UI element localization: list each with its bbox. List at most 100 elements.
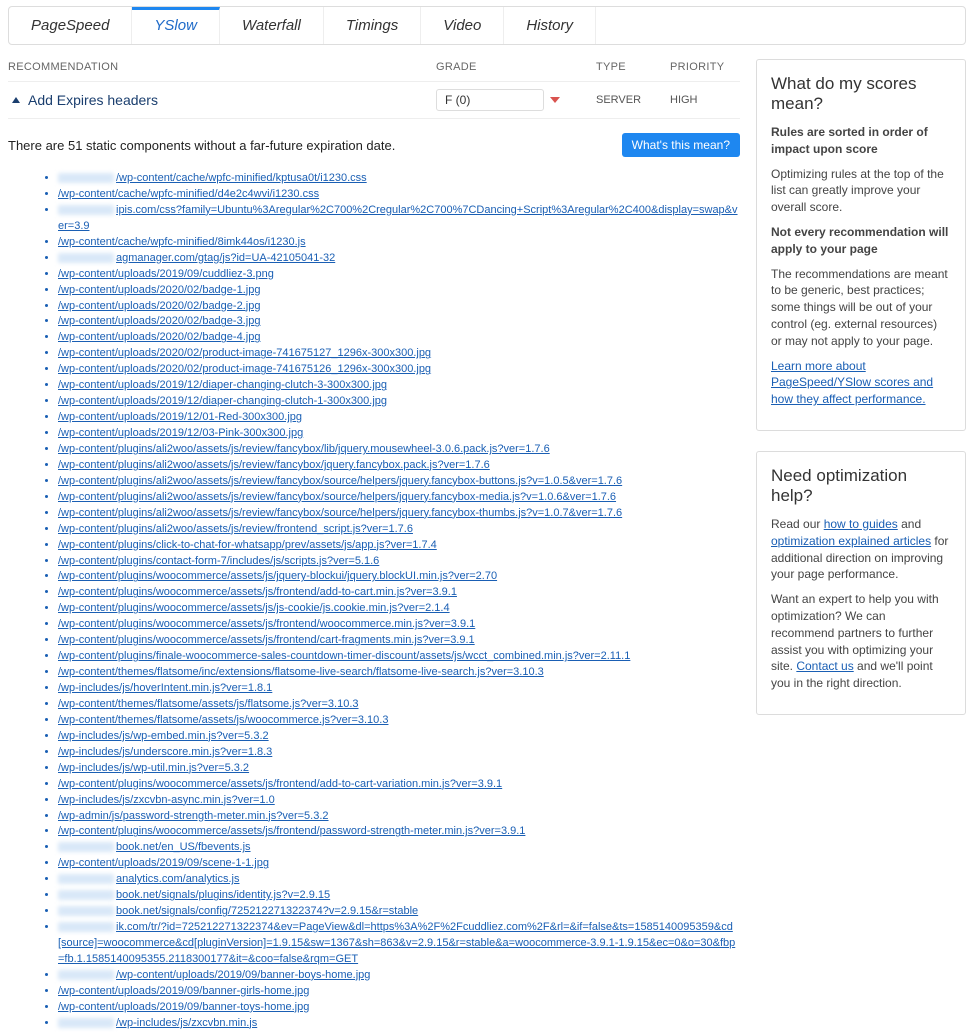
col-type: TYPE — [596, 61, 670, 73]
file-link[interactable]: /wp-content/plugins/woocommerce/assets/j… — [58, 570, 497, 582]
file-link[interactable]: ik.com/tr/?id=725212271322374&ev=PageVie… — [58, 921, 735, 965]
file-link[interactable]: agmanager.com/gtag/js?id=UA-42105041-32 — [116, 252, 335, 264]
list-item: /wp-content/plugins/woocommerce/assets/j… — [58, 585, 740, 601]
file-link[interactable]: /wp-content/uploads/2019/09/scene-1-1.jp… — [58, 857, 269, 869]
file-link[interactable]: book.net/signals/plugins/identity.js?v=2… — [116, 889, 330, 901]
file-link[interactable]: /wp-includes/js/zxcvbn-async.min.js?ver=… — [58, 794, 275, 806]
list-item: /wp-content/uploads/2019/12/01-Red-300x3… — [58, 410, 740, 426]
file-link[interactable]: /wp-content/cache/wpfc-minified/kptusa0t… — [116, 172, 367, 184]
scores-learn-more-link[interactable]: Learn more about PageSpeed/YSlow scores … — [771, 359, 933, 407]
file-link[interactable]: /wp-content/uploads/2020/02/product-imag… — [58, 347, 431, 359]
list-item: /wp-content/uploads/2019/09/banner-boys-… — [58, 968, 740, 984]
whats-this-mean-button[interactable]: What's this mean? — [622, 133, 740, 157]
how-to-guides-link[interactable]: how to guides — [824, 517, 898, 531]
rule-type: SERVER — [596, 94, 670, 106]
file-link[interactable]: /wp-content/uploads/2019/09/banner-girls… — [58, 985, 309, 997]
redacted-domain — [58, 874, 114, 884]
file-link[interactable]: /wp-content/themes/flatsome/assets/js/wo… — [58, 714, 388, 726]
list-item: /wp-content/plugins/ali2woo/assets/js/re… — [58, 474, 740, 490]
file-link[interactable]: book.net/en_US/fbevents.js — [116, 841, 251, 853]
help-title: Need optimization help? — [771, 466, 951, 506]
file-link[interactable]: /wp-includes/js/underscore.min.js?ver=1.… — [58, 746, 272, 758]
scores-meaning-panel: What do my scores mean? Rules are sorted… — [756, 59, 966, 431]
file-link[interactable]: /wp-content/plugins/click-to-chat-for-wh… — [58, 539, 437, 551]
file-link[interactable]: /wp-content/plugins/woocommerce/assets/j… — [58, 602, 450, 614]
list-item: /wp-content/uploads/2020/02/product-imag… — [58, 346, 740, 362]
column-headers: RECOMMENDATION GRADE TYPE PRIORITY — [8, 59, 740, 81]
list-item: /wp-includes/js/wp-util.min.js?ver=5.3.2 — [58, 761, 740, 777]
tab-waterfall[interactable]: Waterfall — [220, 7, 324, 44]
file-link[interactable]: /wp-content/plugins/ali2woo/assets/js/re… — [58, 491, 616, 503]
list-item: /wp-content/cache/wpfc-minified/8imk44os… — [58, 235, 740, 251]
file-link[interactable]: /wp-content/themes/flatsome/assets/js/fl… — [58, 698, 359, 710]
rule-toggle[interactable]: Add Expires headers — [8, 92, 436, 108]
file-link[interactable]: /wp-content/plugins/woocommerce/assets/j… — [58, 634, 475, 646]
tab-video[interactable]: Video — [421, 7, 504, 44]
help-p2: Want an expert to help you with optimiza… — [771, 591, 951, 692]
col-priority: PRIORITY — [670, 61, 740, 73]
file-link[interactable]: /wp-content/plugins/finale-woocommerce-s… — [58, 650, 630, 662]
redacted-domain — [58, 842, 114, 852]
file-link[interactable]: /wp-includes/js/zxcvbn.min.js — [116, 1017, 257, 1029]
file-link[interactable]: /wp-content/uploads/2020/02/badge-4.jpg — [58, 331, 260, 343]
file-link[interactable]: /wp-content/plugins/ali2woo/assets/js/re… — [58, 523, 413, 535]
rule-title: Add Expires headers — [28, 92, 158, 108]
file-link[interactable]: /wp-content/plugins/woocommerce/assets/j… — [58, 618, 475, 630]
file-link[interactable]: /wp-content/uploads/2020/02/product-imag… — [58, 363, 431, 375]
col-recommendation: RECOMMENDATION — [8, 61, 436, 73]
file-link[interactable]: /wp-content/plugins/ali2woo/assets/js/re… — [58, 507, 622, 519]
file-link[interactable]: /wp-content/cache/wpfc-minified/8imk44os… — [58, 236, 306, 248]
file-link[interactable]: /wp-content/uploads/2019/12/diaper-chang… — [58, 379, 387, 391]
file-link[interactable]: /wp-content/themes/flatsome/inc/extensio… — [58, 666, 544, 678]
redacted-domain — [58, 253, 114, 263]
file-link[interactable]: /wp-content/uploads/2020/02/badge-3.jpg — [58, 315, 260, 327]
file-link[interactable]: /wp-content/uploads/2019/12/diaper-chang… — [58, 395, 387, 407]
tab-history[interactable]: History — [504, 7, 596, 44]
file-link[interactable]: /wp-content/plugins/ali2woo/assets/js/re… — [58, 443, 550, 455]
list-item: /wp-includes/js/wp-embed.min.js?ver=5.3.… — [58, 729, 740, 745]
file-link[interactable]: /wp-content/plugins/ali2woo/assets/js/re… — [58, 459, 490, 471]
file-link[interactable]: /wp-content/plugins/woocommerce/assets/j… — [58, 825, 525, 837]
tab-yslow[interactable]: YSlow — [132, 7, 220, 44]
list-item: /wp-content/uploads/2019/12/diaper-chang… — [58, 394, 740, 410]
rule-priority: HIGH — [670, 94, 740, 106]
file-link[interactable]: book.net/signals/config/725212271322374?… — [116, 905, 418, 917]
file-link[interactable]: analytics.com/analytics.js — [116, 873, 240, 885]
optimization-articles-link[interactable]: optimization explained articles — [771, 534, 931, 548]
file-link[interactable]: /wp-includes/js/wp-embed.min.js?ver=5.3.… — [58, 730, 269, 742]
file-link[interactable]: /wp-content/cache/wpfc-minified/d4e2c4wv… — [58, 188, 319, 200]
list-item: /wp-content/themes/flatsome/inc/extensio… — [58, 665, 740, 681]
scores-h1: Rules are sorted in order of impact upon… — [771, 125, 928, 156]
redacted-domain — [58, 922, 114, 932]
file-link[interactable]: /wp-content/uploads/2019/09/banner-toys-… — [58, 1001, 309, 1013]
contact-us-link[interactable]: Contact us — [796, 659, 853, 673]
file-link[interactable]: /wp-content/plugins/woocommerce/assets/j… — [58, 778, 502, 790]
list-item: book.net/en_US/fbevents.js — [58, 840, 740, 856]
file-link[interactable]: /wp-admin/js/password-strength-meter.min… — [58, 810, 329, 822]
file-link[interactable]: /wp-content/plugins/ali2woo/assets/js/re… — [58, 475, 622, 487]
tab-timings[interactable]: Timings — [324, 7, 421, 44]
file-link[interactable]: /wp-content/uploads/2019/09/cuddliez-3.p… — [58, 268, 274, 280]
file-link[interactable]: /wp-content/plugins/woocommerce/assets/j… — [58, 586, 457, 598]
list-item: /wp-content/plugins/click-to-chat-for-wh… — [58, 538, 740, 554]
file-link[interactable]: /wp-content/plugins/contact-form-7/inclu… — [58, 555, 379, 567]
file-link[interactable]: /wp-content/uploads/2020/02/badge-2.jpg — [58, 300, 260, 312]
list-item: /wp-content/plugins/woocommerce/assets/j… — [58, 633, 740, 649]
grade-dropdown-icon[interactable] — [550, 97, 560, 103]
file-link[interactable]: /wp-content/uploads/2019/09/banner-boys-… — [116, 969, 370, 981]
list-item: /wp-content/uploads/2019/09/scene-1-1.jp… — [58, 856, 740, 872]
list-item: /wp-content/uploads/2019/12/03-Pink-300x… — [58, 426, 740, 442]
tab-pagespeed[interactable]: PageSpeed — [9, 7, 132, 44]
list-item: /wp-content/uploads/2020/02/badge-2.jpg — [58, 299, 740, 315]
file-link[interactable]: /wp-content/uploads/2019/12/01-Red-300x3… — [58, 411, 302, 423]
file-link[interactable]: /wp-includes/js/wp-util.min.js?ver=5.3.2 — [58, 762, 249, 774]
caret-up-icon — [12, 97, 20, 103]
list-item: /wp-content/plugins/woocommerce/assets/j… — [58, 824, 740, 840]
file-link[interactable]: /wp-includes/js/hoverIntent.min.js?ver=1… — [58, 682, 272, 694]
grade-value: F (0) — [436, 89, 544, 111]
file-link[interactable]: /wp-content/uploads/2019/12/03-Pink-300x… — [58, 427, 303, 439]
rule-description: There are 51 static components without a… — [8, 138, 395, 153]
list-item: analytics.com/analytics.js — [58, 872, 740, 888]
file-link[interactable]: ipis.com/css?family=Ubuntu%3Aregular%2C7… — [58, 204, 738, 232]
file-link[interactable]: /wp-content/uploads/2020/02/badge-1.jpg — [58, 284, 260, 296]
